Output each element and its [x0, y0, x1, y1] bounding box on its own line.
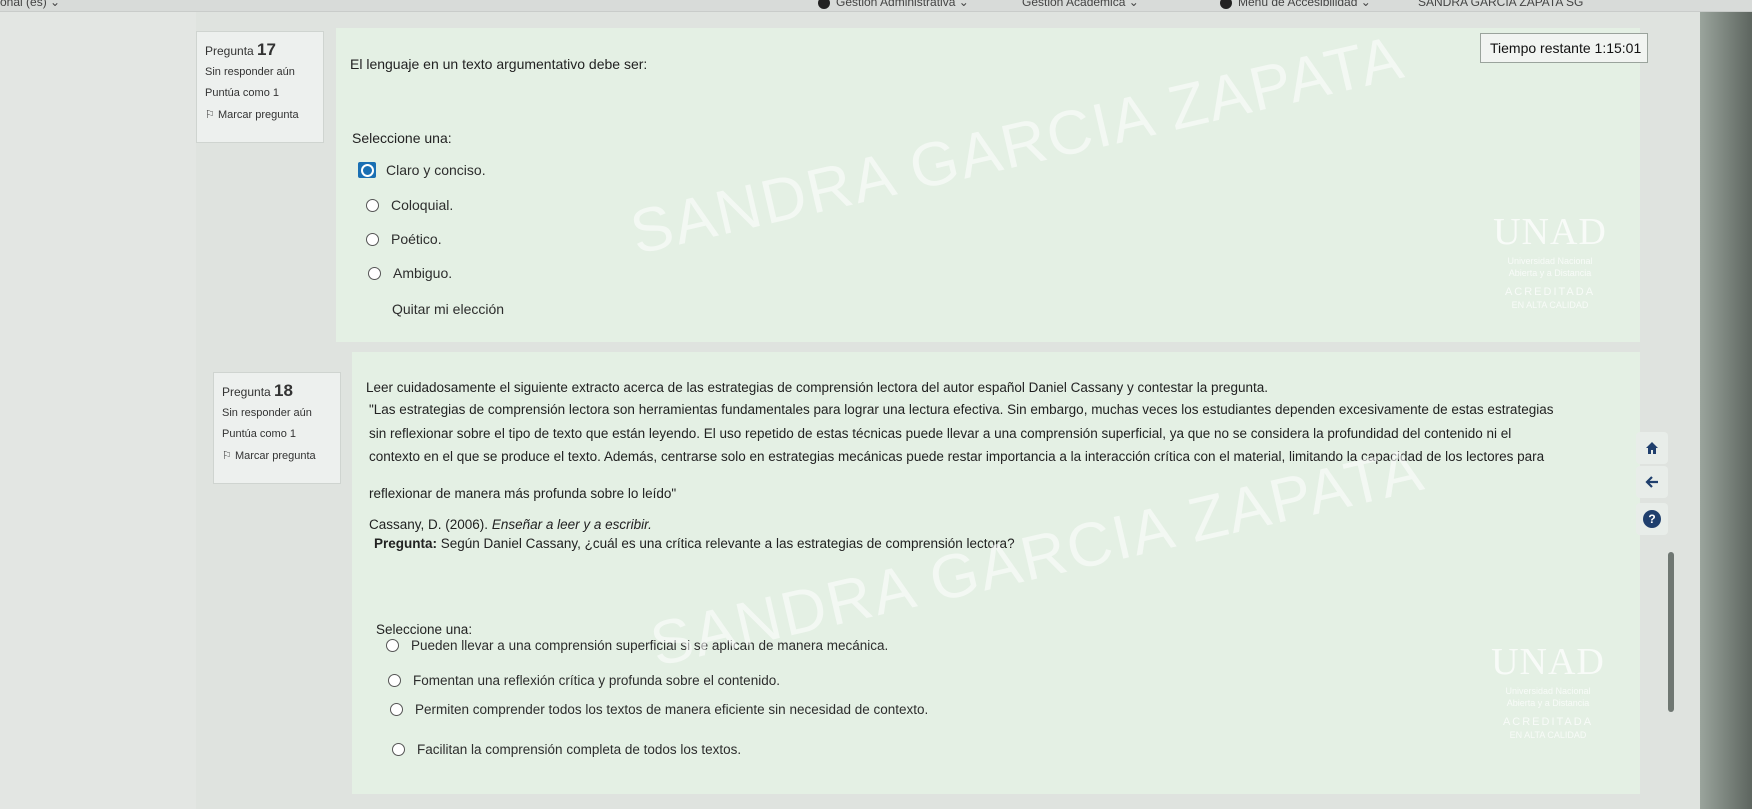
- answer-option[interactable]: Permiten comprender todos los textos de …: [390, 702, 928, 717]
- radio-button[interactable]: [366, 232, 379, 246]
- question-status: Sin responder aún: [222, 407, 312, 419]
- option-label: Facilitan la comprensión completa de tod…: [417, 742, 742, 757]
- question-content-18: [352, 352, 1640, 794]
- question-content-17: [336, 28, 1640, 342]
- quote-line: sin reflexionar sobre el tipo de texto q…: [369, 426, 1512, 441]
- home-button[interactable]: [1636, 432, 1668, 464]
- user-menu[interactable]: SANDRA GARCIA ZAPATA SG: [1418, 0, 1583, 9]
- answer-option[interactable]: Claro y conciso.: [358, 162, 486, 178]
- citation-author: Cassany, D. (2006).: [369, 517, 492, 532]
- flag-label: Marcar pregunta: [217, 109, 299, 121]
- radio-button[interactable]: [388, 674, 401, 687]
- question-prompt-label: Pregunta:: [374, 536, 438, 551]
- menu-accesibilidad[interactable]: Menú de Accesibilidad ⌄: [1220, 0, 1371, 9]
- answer-option[interactable]: Facilitan la comprensión completa de tod…: [392, 742, 741, 757]
- question-info-18: Pregunta 18 Sin responder aún Puntúa com…: [213, 372, 341, 484]
- quote-line: reflexionar de manera más profunda sobre…: [369, 486, 677, 501]
- question-info-17: Pregunta 17 Sin responder aún Puntúa com…: [196, 31, 324, 143]
- radio-button[interactable]: [392, 743, 405, 756]
- answer-option[interactable]: Coloquial.: [366, 197, 453, 213]
- screen-edge: [1700, 12, 1752, 809]
- timer-value: 1:15:01: [1594, 40, 1642, 56]
- answer-option[interactable]: Poético.: [366, 231, 442, 247]
- question-score: Puntúa como 1: [222, 428, 296, 440]
- flag-label: Marcar pregunta: [234, 450, 316, 462]
- language-selector[interactable]: onal (es) ⌄: [0, 0, 60, 9]
- option-label: Pueden llevar a una comprensión superfic…: [411, 638, 889, 653]
- question-prompt: Pregunta: Según Daniel Cassany, ¿cuál es…: [374, 536, 1015, 551]
- answer-option[interactable]: Fomentan una reflexión crítica y profund…: [388, 673, 780, 688]
- language-label: onal (es): [0, 0, 47, 9]
- flag-question-button[interactable]: ⚐ Marcar pregunta: [205, 108, 315, 121]
- option-label: Ambiguo.: [393, 265, 453, 281]
- quote-line: contexto en el que se produce el texto. …: [369, 449, 1545, 464]
- home-icon: [1646, 442, 1658, 454]
- flag-icon: ⚐: [205, 109, 215, 121]
- help-button[interactable]: ?: [1636, 503, 1668, 535]
- help-icon: ?: [1643, 510, 1661, 528]
- back-button[interactable]: [1636, 466, 1668, 498]
- option-label: Fomentan una reflexión crítica y profund…: [413, 673, 780, 688]
- option-label: Permiten comprender todos los textos de …: [415, 702, 929, 717]
- page-margin: [0, 12, 196, 809]
- info-icon: [818, 0, 830, 9]
- user-name: SANDRA GARCIA ZAPATA: [1418, 0, 1563, 9]
- question-number: Pregunta 18: [222, 381, 293, 400]
- question-number: Pregunta 17: [205, 40, 276, 59]
- option-label: Claro y conciso.: [386, 162, 486, 178]
- timer-label: Tiempo restante: [1490, 40, 1591, 56]
- citation: Cassany, D. (2006). Enseñar a leer y a e…: [369, 517, 652, 532]
- scrollbar-thumb[interactable]: [1668, 552, 1674, 712]
- radio-button[interactable]: [390, 703, 403, 716]
- gestion-admin-label: Gestión Administrativa: [836, 0, 956, 9]
- accessibility-icon: [1220, 0, 1232, 9]
- timer: Tiempo restante 1:15:01: [1480, 33, 1648, 63]
- question-intro: Leer cuidadosamente el siguiente extract…: [366, 380, 1269, 395]
- answer-option[interactable]: Pueden llevar a una comprensión superfic…: [386, 638, 888, 653]
- option-label: Poético.: [391, 231, 442, 247]
- clear-choice-link[interactable]: Quitar mi elección: [392, 301, 504, 317]
- top-navbar: onal (es) ⌄ Gestión Administrativa ⌄ Ges…: [0, 0, 1752, 12]
- question-score: Puntúa como 1: [205, 87, 279, 99]
- radio-button[interactable]: [366, 198, 379, 212]
- radio-focused[interactable]: [358, 162, 376, 178]
- option-label: Coloquial.: [391, 197, 454, 213]
- gestion-acad-label: Gestión Académica: [1022, 0, 1126, 9]
- flag-icon: ⚐: [222, 450, 232, 462]
- select-label: Seleccione una:: [352, 130, 452, 146]
- menu-gestion-academica[interactable]: Gestión Académica ⌄: [1022, 0, 1139, 9]
- question-text: El lenguaje en un texto argumentativo de…: [350, 56, 648, 72]
- radio-button[interactable]: [368, 266, 381, 280]
- avatar: SG: [1566, 0, 1584, 9]
- quote-line: "Las estrategias de comprensión lectora …: [369, 402, 1554, 417]
- answer-option[interactable]: Ambiguo.: [368, 265, 452, 281]
- menu-acc-label: Menú de Accesibilidad: [1238, 0, 1358, 9]
- menu-gestion-administrativa[interactable]: Gestión Administrativa ⌄: [818, 0, 969, 9]
- select-label: Seleccione una:: [376, 622, 473, 637]
- arrow-left-icon: [1645, 476, 1658, 488]
- flag-question-button[interactable]: ⚐ Marcar pregunta: [222, 449, 332, 462]
- radio-button[interactable]: [386, 639, 399, 652]
- citation-title: Enseñar a leer y a escribir.: [491, 517, 652, 532]
- question-prompt-text: Según Daniel Cassany, ¿cuál es una críti…: [437, 536, 1015, 551]
- question-status: Sin responder aún: [205, 66, 295, 78]
